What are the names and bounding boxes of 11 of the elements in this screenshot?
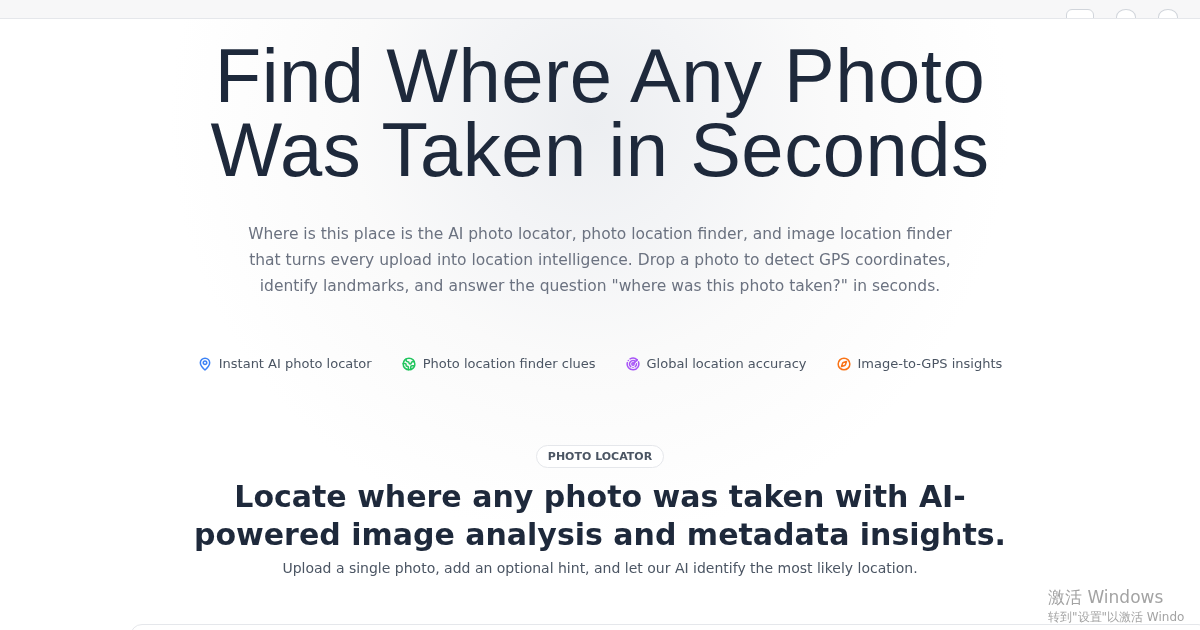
hero-description: Where is this place is the AI photo locator, photo location finder, and image location finder that turns every upload into location intelligence. Drop a photo to detect GPS coordinates, identify landmarks, and answer the question "where was this photo taken?" in seconds.: [247, 224, 953, 297]
activation-title: 激活 Windows: [1048, 586, 1165, 609]
feature-label: Image-to-GPS insights: [857, 356, 1003, 371]
feature-label: Photo location finder clues: [422, 356, 596, 371]
hero-title: Find Where Any Photo Was Taken in Seconds: [210, 39, 990, 187]
feature-label: Instant AI photo locator: [218, 356, 372, 371]
activation-text: 转到"设置"以激活 Windo: [1048, 609, 1186, 626]
section-badge: PHOTO LOCATOR: [535, 445, 665, 468]
section-heading: Locate where any photo was taken with AI-powered image analysis and metadata insights.: [192, 478, 1008, 554]
section-subtitle: Upload a single photo, add an optional hint, and let our AI identify the most likely location.: [282, 560, 918, 576]
feature-label: Global location accuracy: [646, 356, 807, 371]
